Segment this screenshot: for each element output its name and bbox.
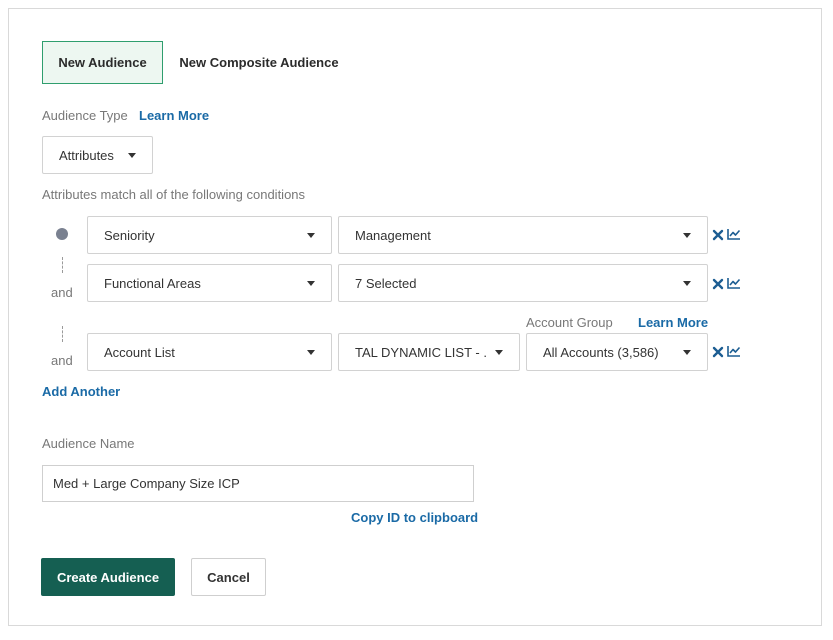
condition-1-attribute-select[interactable]: Seniority xyxy=(87,216,332,254)
chevron-down-icon xyxy=(683,232,691,238)
condition-1-value-select[interactable]: Management xyxy=(338,216,708,254)
trend-chart-icon[interactable] xyxy=(727,345,741,357)
condition-1-attribute-value: Seniority xyxy=(104,227,155,243)
condition-dot-icon xyxy=(56,228,68,240)
tab-new-composite-audience[interactable]: New Composite Audience xyxy=(170,41,348,84)
condition-3-attribute-value: Account List xyxy=(104,344,175,360)
condition-3-list-select[interactable]: TAL DYNAMIC LIST - ... xyxy=(338,333,520,371)
chevron-down-icon xyxy=(683,349,691,355)
audience-type-select[interactable]: Attributes xyxy=(42,136,153,174)
remove-condition-3-icon[interactable] xyxy=(712,346,724,358)
trend-chart-icon[interactable] xyxy=(727,228,741,240)
condition-2-value: 7 Selected xyxy=(355,275,417,291)
audience-name-input[interactable]: Med + Large Company Size ICP xyxy=(42,465,474,502)
conditions-heading: Attributes match all of the following co… xyxy=(42,187,306,202)
chevron-down-icon xyxy=(307,349,315,355)
trend-chart-icon[interactable] xyxy=(727,277,741,289)
connector-line xyxy=(62,257,63,273)
account-group-label: Account Group xyxy=(526,315,613,330)
condition-2-value-select[interactable]: 7 Selected xyxy=(338,264,708,302)
connector-line xyxy=(62,326,63,342)
tab-new-audience[interactable]: New Audience xyxy=(42,41,163,84)
connector-and-label: and xyxy=(51,353,73,368)
condition-3-list-value: TAL DYNAMIC LIST - ... xyxy=(355,344,487,360)
chevron-down-icon xyxy=(307,232,315,238)
account-group-select[interactable]: All Accounts (3,586) xyxy=(526,333,708,371)
copy-id-link[interactable]: Copy ID to clipboard xyxy=(351,510,478,525)
audience-type-learn-more-link[interactable]: Learn More xyxy=(139,108,209,123)
chevron-down-icon xyxy=(307,280,315,286)
create-audience-button[interactable]: Create Audience xyxy=(41,558,175,596)
account-group-value: All Accounts (3,586) xyxy=(543,344,659,360)
audience-type-label: Audience Type xyxy=(42,108,128,123)
connector-and-label: and xyxy=(51,285,73,300)
account-group-learn-more-link[interactable]: Learn More xyxy=(638,315,708,330)
condition-2-attribute-value: Functional Areas xyxy=(104,275,201,291)
audience-type-value: Attributes xyxy=(59,147,114,163)
remove-condition-1-icon[interactable] xyxy=(712,229,724,241)
cancel-button[interactable]: Cancel xyxy=(191,558,266,596)
condition-2-attribute-select[interactable]: Functional Areas xyxy=(87,264,332,302)
chevron-down-icon xyxy=(683,280,691,286)
audience-name-label: Audience Name xyxy=(42,436,135,451)
condition-3-attribute-select[interactable]: Account List xyxy=(87,333,332,371)
condition-1-value: Management xyxy=(355,227,431,243)
chevron-down-icon xyxy=(128,152,136,158)
chevron-down-icon xyxy=(495,349,503,355)
remove-condition-2-icon[interactable] xyxy=(712,278,724,290)
add-another-link[interactable]: Add Another xyxy=(42,384,120,399)
